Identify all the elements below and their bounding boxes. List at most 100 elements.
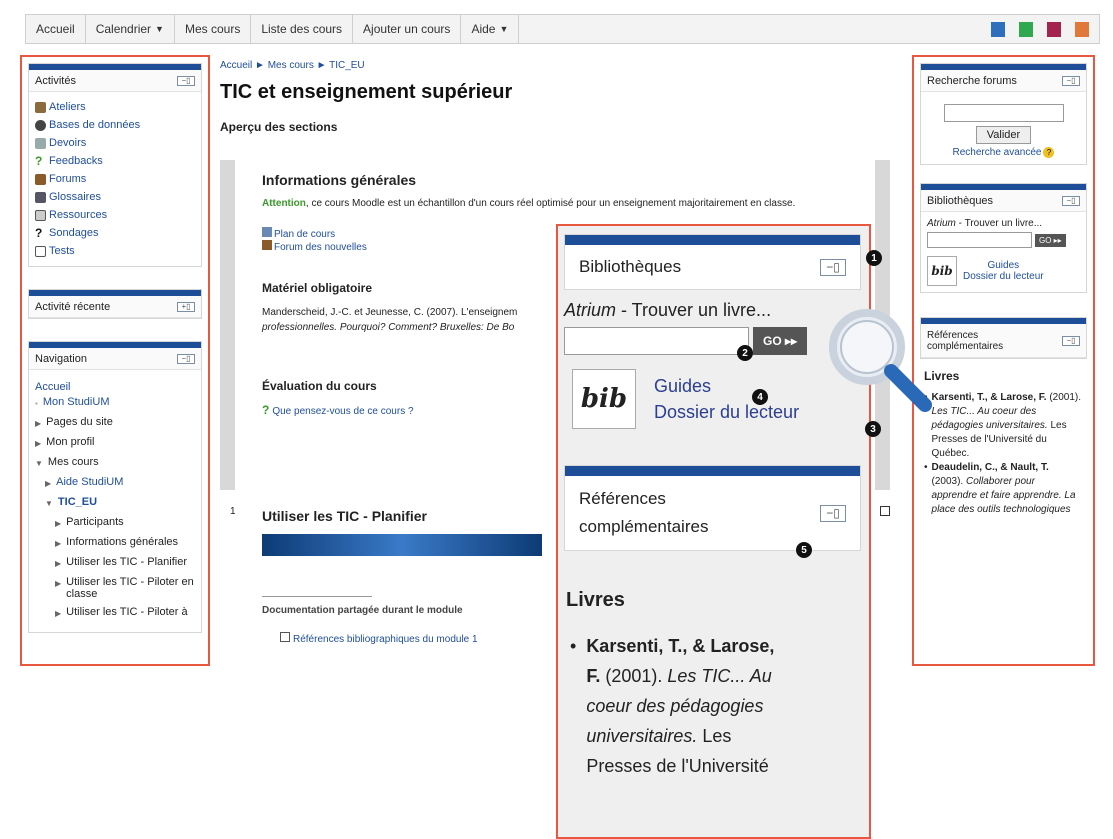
activity-ressources[interactable]: Ressources [35, 206, 195, 224]
guides-link[interactable]: Guides [963, 260, 1044, 271]
bullet-icon: • [570, 636, 577, 656]
zoom-dossier-link[interactable]: Dossier du lecteur [654, 399, 799, 425]
refs-title: Références complémentaires [927, 329, 1004, 352]
book-year: (2003). [931, 476, 966, 487]
activity-bases[interactable]: Bases de données [35, 116, 195, 134]
nav-home-link[interactable]: Accueil [35, 378, 195, 396]
zoom-refs-line1: Références [579, 489, 666, 508]
zoom-book-item: • Karsenti, T., & Larose, F. (2001). Les… [566, 631, 861, 781]
activity-glossaires[interactable]: Glossaires [35, 188, 195, 206]
forum-search-input[interactable] [943, 104, 1064, 122]
nav-my-studium[interactable]: ▪ Mon StudiUM [35, 396, 195, 416]
nav-aide[interactable]: Aide ▼ [461, 15, 520, 43]
activity-sondages[interactable]: ? Sondages [35, 224, 195, 242]
recent-activity-title: Activité récente [35, 300, 111, 313]
advanced-search-link[interactable]: Recherche avancée? [927, 147, 1080, 158]
nav-participants[interactable]: ▶ Participants [35, 516, 195, 536]
question-icon: ? [262, 403, 270, 417]
nav-label: Utiliser les TIC - Planifier [66, 556, 187, 568]
library-search-input[interactable] [927, 232, 1032, 248]
right-sidebar: Recherche forums −▯ Valider Recherche ava… [912, 55, 1095, 666]
nav-accueil[interactable]: Accueil [26, 15, 86, 43]
theme-swatch-blue[interactable] [991, 22, 1005, 37]
nav-liste-cours[interactable]: Liste des cours [251, 15, 354, 43]
zoom-refs-line2: complémentaires [579, 517, 709, 536]
theme-swatch-green[interactable] [1019, 22, 1033, 37]
nav-course-tic-eu[interactable]: ▼ TIC_EU [35, 496, 195, 516]
nav-label: Participants [66, 516, 124, 528]
activites-block: Activités −▯ Ateliers Bases de données De… [28, 63, 202, 267]
book-publisher-2: Presses de l'Université [586, 756, 769, 776]
section-gutter-left [220, 160, 235, 490]
chevron-right-icon: ▶ [35, 439, 42, 448]
activity-feedbacks[interactable]: ? Feedbacks [35, 152, 195, 170]
activity-forums[interactable]: Forums [35, 170, 195, 188]
activity-tests[interactable]: Tests [35, 242, 195, 260]
navigation-title: Navigation [35, 352, 87, 365]
nav-ajouter-cours[interactable]: Ajouter un cours [353, 15, 462, 43]
activity-label: Bases de données [49, 119, 141, 131]
magnifier-icon [829, 309, 932, 412]
dock-toggle-icon[interactable]: −▯ [1062, 195, 1080, 206]
book-publisher-1: Les [697, 726, 732, 746]
dock-toggle-icon[interactable]: −▯ [820, 504, 846, 522]
atrium-name: Atrium [564, 300, 617, 320]
advanced-search-label: Recherche avancée [952, 147, 1042, 158]
dock-toggle-icon[interactable]: −▯ [820, 258, 846, 276]
section-checkbox[interactable] [880, 506, 890, 516]
forum-search-button[interactable]: Valider [975, 126, 1032, 144]
activity-devoirs[interactable]: Devoirs [35, 134, 195, 152]
nav-label: TIC_EU [57, 496, 98, 508]
zoom-go-button[interactable]: GO ▸▸ [753, 327, 808, 355]
dock-toggle-icon[interactable]: +▯ [177, 301, 195, 312]
book-title: Les TIC... Au coeur des pédagogies unive… [931, 406, 1048, 431]
book-title-1: Les TIC... Au [667, 666, 772, 686]
refs-block: Références complémentaires −▯ [920, 317, 1087, 359]
nav-label: Mes cours [47, 456, 99, 468]
dock-toggle-icon[interactable]: −▯ [177, 353, 195, 364]
nav-piloter-2[interactable]: ▶ Utiliser les TIC - Piloter à [35, 606, 195, 626]
nav-my-courses[interactable]: ▼ Mes cours [35, 456, 195, 476]
assignment-icon [35, 137, 46, 149]
book-item-1: •Karsenti, T., & Larose, F. (2001). Les … [924, 391, 1083, 461]
livres-heading: Livres [924, 369, 960, 383]
nav-profile[interactable]: ▶ Mon profil [35, 436, 195, 456]
nav-planifier[interactable]: ▶ Utiliser les TIC - Planifier [35, 556, 195, 576]
nav-aide-studium[interactable]: ▶ Aide StudiUM [35, 476, 195, 496]
dossier-lecteur-link[interactable]: Dossier du lecteur [963, 271, 1044, 282]
zoom-guides-link[interactable]: Guides [654, 373, 799, 399]
nav-label: Aide StudiUM [56, 476, 124, 488]
nav-site-pages[interactable]: ▶ Pages du site [35, 416, 195, 436]
glossary-icon [35, 191, 46, 203]
chevron-right-icon: ▶ [55, 559, 62, 568]
chevron-right-icon: ▶ [55, 609, 62, 618]
chevron-down-icon: ▼ [499, 24, 509, 34]
nav-piloter[interactable]: ▶ Utiliser les TIC - Piloter en classe [35, 576, 195, 606]
database-icon [35, 119, 46, 131]
sections-overview-title: Aperçu des sections [220, 120, 338, 134]
attention-label: Attention [262, 198, 306, 209]
help-icon[interactable]: ? [1043, 147, 1055, 158]
dock-toggle-icon[interactable]: −▯ [177, 75, 195, 86]
activity-label: Glossaires [49, 191, 101, 203]
chevron-down-icon: ▼ [45, 499, 53, 508]
theme-swatch-purple[interactable] [1047, 22, 1061, 37]
section-title: Informations générales [262, 172, 417, 188]
dock-toggle-icon[interactable]: −▯ [1062, 335, 1080, 346]
section-number: 1 [230, 506, 236, 517]
dock-toggle-icon[interactable]: −▯ [1062, 75, 1080, 86]
book-authors-2: F. [586, 666, 601, 686]
library-go-button[interactable]: GO ▸▸ [1035, 233, 1066, 247]
nav-mes-cours[interactable]: Mes cours [175, 15, 252, 43]
breadcrumb[interactable]: Accueil ► Mes cours ► TIC_EU [220, 60, 905, 71]
nav-calendrier[interactable]: Calendrier ▼ [86, 15, 175, 43]
nav-infos-generales[interactable]: ▶ Informations générales [35, 536, 195, 556]
zoom-library-search-input[interactable] [564, 327, 749, 355]
activity-ateliers[interactable]: Ateliers [35, 98, 195, 116]
resource-icon [280, 632, 290, 642]
recent-activity-block: Activité récente +▯ [28, 289, 202, 319]
theme-swatch-orange[interactable] [1075, 22, 1089, 37]
atrium-caption: - Trouver un livre... [955, 218, 1043, 229]
forum-search-title: Recherche forums [927, 74, 1017, 87]
marker-5: 5 [796, 542, 812, 558]
